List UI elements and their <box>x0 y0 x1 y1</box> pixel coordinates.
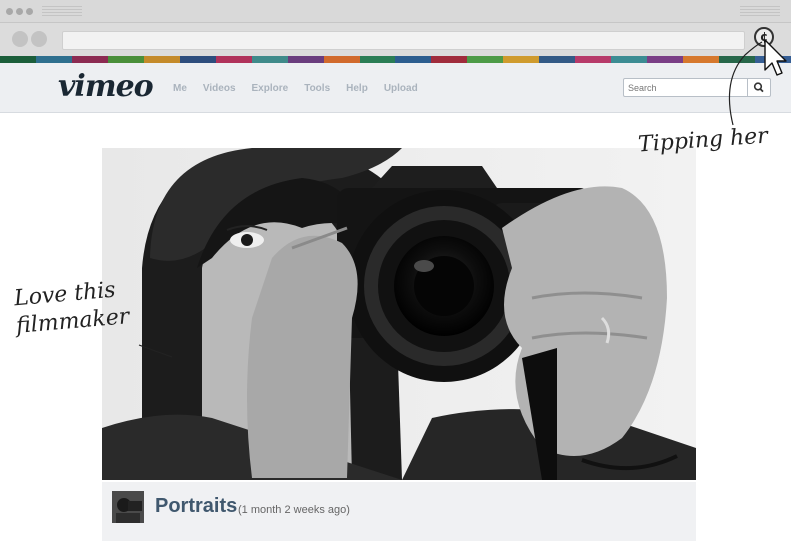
video-player[interactable] <box>102 148 696 480</box>
forward-button[interactable] <box>31 31 47 47</box>
search-input[interactable] <box>628 81 743 95</box>
color-band-segment <box>143 56 180 63</box>
video-title-link[interactable]: Portraits <box>155 495 237 518</box>
title-bar-grip <box>42 6 82 17</box>
color-band-segment <box>539 56 576 63</box>
address-bar[interactable] <box>62 31 745 50</box>
minimize-window-button[interactable] <box>16 8 23 15</box>
color-band-segment <box>35 56 72 63</box>
nav-item-me[interactable]: Me <box>173 83 187 94</box>
site-header: vimeo Me Videos Explore Tools Help Uploa… <box>0 63 791 113</box>
color-band-segment <box>71 56 108 63</box>
search-button[interactable] <box>747 79 770 96</box>
color-band-segment <box>431 56 468 63</box>
nav-item-videos[interactable]: Videos <box>203 83 236 94</box>
video-upload-age: (1 month 2 weeks ago) <box>238 504 350 516</box>
nav-item-upload[interactable]: Upload <box>384 83 418 94</box>
nav-item-explore[interactable]: Explore <box>252 83 289 94</box>
portrait-thumbnail[interactable] <box>112 491 144 523</box>
color-band-segment <box>647 56 684 63</box>
title-bar-grip-right <box>740 6 780 17</box>
color-band-segment <box>467 56 504 63</box>
nav-item-help[interactable]: Help <box>346 83 368 94</box>
color-band-segment <box>755 56 791 63</box>
color-band-segment <box>215 56 252 63</box>
color-band-segment <box>575 56 612 63</box>
color-band-segment <box>611 56 648 63</box>
color-band-segment <box>251 56 288 63</box>
browser-toolbar <box>0 23 791 56</box>
thumbnail-image <box>112 491 144 523</box>
video-caption-bar: Portraits (1 month 2 weeks ago) <box>102 482 696 541</box>
main-nav: Me Videos Explore Tools Help Upload <box>173 83 434 94</box>
color-band-segment <box>0 56 36 63</box>
color-band-segment <box>719 56 756 63</box>
color-band-segment <box>323 56 360 63</box>
color-band-segment <box>395 56 432 63</box>
search-box <box>623 78 771 97</box>
color-band-segment <box>359 56 396 63</box>
search-icon <box>753 82 764 93</box>
color-band-segment <box>503 56 540 63</box>
back-button[interactable] <box>12 31 28 47</box>
color-band-segment <box>179 56 216 63</box>
nav-item-tools[interactable]: Tools <box>304 83 330 94</box>
color-band-segment <box>287 56 324 63</box>
video-still-image <box>102 148 696 480</box>
close-window-button[interactable] <box>6 8 13 15</box>
decorative-color-band <box>0 56 791 63</box>
color-band-segment <box>683 56 720 63</box>
zoom-window-button[interactable] <box>26 8 33 15</box>
vimeo-logo[interactable]: vimeo <box>58 69 154 104</box>
browser-title-bar <box>0 0 791 23</box>
color-band-segment <box>107 56 144 63</box>
handwritten-note-tipping: Tipping her <box>637 123 769 158</box>
tip-jar-icon[interactable]: ¢ <box>754 27 774 47</box>
